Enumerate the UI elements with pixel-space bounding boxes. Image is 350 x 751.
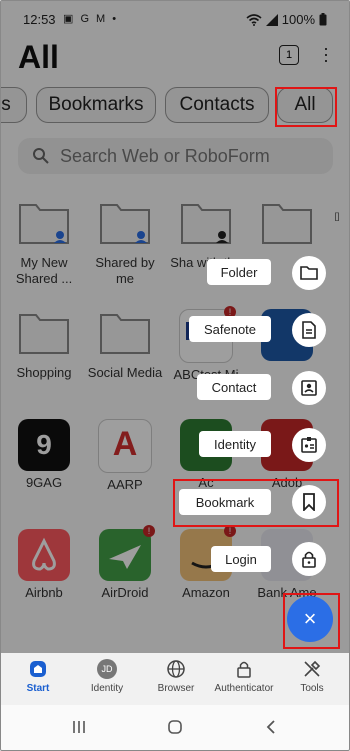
nav-label: Authenticator: [214, 683, 274, 694]
globe-icon: [166, 659, 186, 679]
nav-label: Start: [26, 683, 50, 694]
nav-label: Identity: [90, 683, 124, 694]
menu-contact-button[interactable]: [292, 371, 326, 405]
nav-start[interactable]: Start: [3, 659, 73, 694]
back-icon[interactable]: [265, 719, 277, 735]
avatar: JD: [97, 659, 117, 679]
identity-icon: [301, 437, 317, 453]
menu-label-text: Folder: [220, 264, 258, 280]
menu-login-button[interactable]: [292, 542, 326, 576]
recent-apps-icon[interactable]: [71, 719, 87, 735]
menu-label-text: Contact: [211, 379, 257, 395]
home-icon: [28, 659, 48, 679]
lock-icon: [302, 551, 316, 568]
menu-folder-button[interactable]: [292, 256, 326, 290]
menu-label-text: Safenote: [203, 321, 257, 337]
highlight-bookmark-row: [173, 479, 339, 527]
nav-label: Tools: [300, 683, 324, 694]
note-icon: [302, 321, 316, 339]
nav-label: Browser: [157, 683, 195, 694]
menu-label-text: Identity: [214, 436, 256, 452]
lock-icon: [234, 659, 254, 679]
system-nav-bar: [1, 705, 349, 750]
avatar-initials: JD: [101, 664, 113, 674]
home-button-icon[interactable]: [167, 719, 183, 735]
menu-identity-label[interactable]: Identity: [199, 431, 271, 457]
nav-authenticator[interactable]: Authenticator: [209, 659, 279, 694]
bottom-nav: Start JD Identity Browser Authenticator …: [1, 653, 349, 705]
nav-tools[interactable]: Tools: [277, 659, 347, 694]
menu-safenote-label[interactable]: Safenote: [189, 316, 271, 342]
menu-safenote-button[interactable]: [292, 313, 326, 347]
nav-browser[interactable]: Browser: [141, 659, 211, 694]
contact-icon: [301, 380, 317, 396]
nav-identity[interactable]: JD Identity: [72, 659, 142, 694]
highlight-fab: [283, 593, 340, 649]
menu-contact-label[interactable]: Contact: [197, 374, 271, 400]
highlight-all-tab: [275, 87, 337, 127]
phone-screen: { "status_bar": {"time": "12:53", "icons…: [0, 0, 350, 751]
tools-icon: [302, 659, 322, 679]
menu-identity-button[interactable]: [292, 428, 326, 462]
menu-login-label[interactable]: Login: [211, 546, 271, 572]
menu-folder-label[interactable]: Folder: [207, 259, 271, 285]
menu-label-text: Login: [225, 551, 257, 567]
folder-icon: [300, 266, 318, 280]
